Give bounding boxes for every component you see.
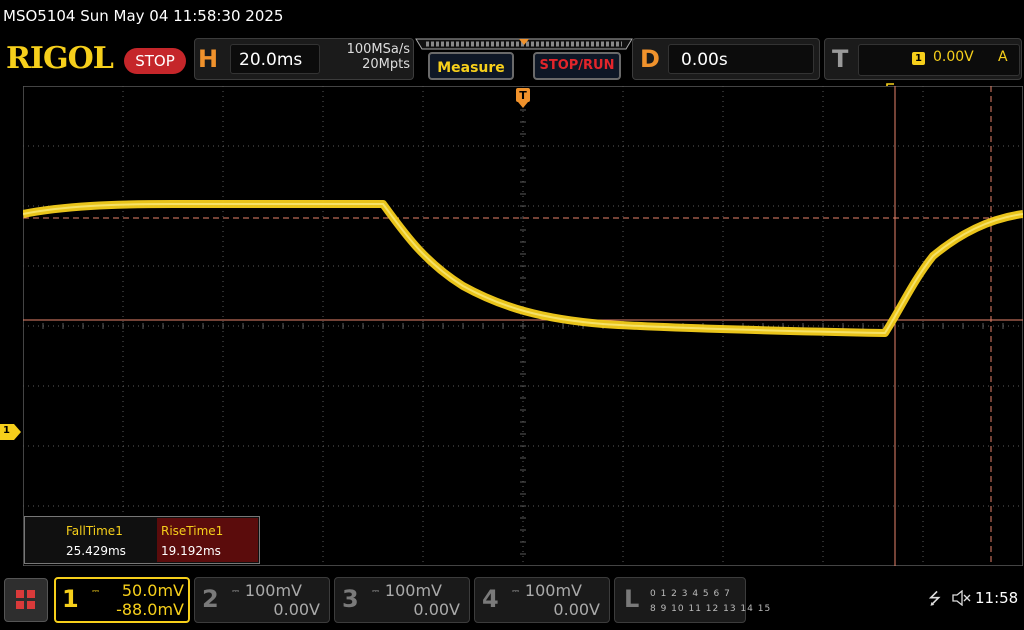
menu-button[interactable] (4, 578, 48, 622)
dc-coupling-icon: ⎓ (92, 587, 100, 597)
channel-3-number: 3 (342, 585, 359, 613)
channel-1-offset: -88.0mV (116, 600, 184, 619)
stop-run-button[interactable]: STOP/RUN (533, 52, 621, 80)
logic-analyzer-label: L (624, 585, 640, 613)
fall-time-value: 25.429ms (66, 544, 126, 558)
dc-coupling-icon: ⎓ (512, 587, 520, 597)
sample-rate: 100MSa/s (346, 42, 410, 57)
channel-3-offset: 0.00V (413, 600, 460, 619)
trigger-source: 1 (912, 52, 925, 65)
channel-1-scale: 50.0mV (121, 581, 184, 600)
dc-coupling-icon: ⎓ (372, 587, 380, 597)
rise-time-value: 19.192ms (161, 544, 221, 558)
speaker-muted-icon[interactable] (952, 590, 972, 606)
channel-3-scale: 100mV (384, 581, 442, 600)
logic-channels: 0 1 2 3 4 5 6 7 8 9 10 11 12 13 14 15 (650, 587, 771, 617)
trigger-level: 0.00V (933, 49, 974, 65)
channel-2-scale: 100mV (244, 581, 302, 600)
channel-1-trace (23, 200, 1023, 337)
grid-menu-icon (16, 590, 35, 609)
device-title: MSO5104 Sun May 04 11:58:30 2025 (3, 7, 284, 25)
trigger-label: T (832, 45, 849, 73)
memory-depth: 20Mpts (362, 57, 410, 72)
svg-text:T: T (519, 89, 527, 102)
channel-1-marker-label: 1 (3, 425, 10, 436)
measure-button[interactable]: Measure (428, 52, 514, 80)
top-toolbar: RIGOL STOP H 20.0ms 100MSa/s 20Mpts Meas… (0, 34, 1024, 95)
trigger-mode: A (998, 49, 1008, 65)
channel-4-number: 4 (482, 585, 499, 613)
delay-label: D (640, 45, 660, 73)
channel-1-number: 1 (62, 585, 79, 613)
channel-2-offset: 0.00V (273, 600, 320, 619)
waveform-display[interactable]: T (23, 86, 1023, 566)
clock: 11:58 (975, 589, 1019, 607)
memory-position-bar[interactable] (414, 38, 634, 50)
trigger-position-marker: T (516, 88, 530, 108)
logic-channels-row-2: 8 9 10 11 12 13 14 15 (650, 604, 772, 614)
delay-value[interactable]: 0.00s (668, 44, 814, 74)
graticule (23, 86, 1023, 566)
acquisition-info: 100MSa/s 20Mpts (300, 42, 410, 72)
channel-2-number: 2 (202, 585, 219, 613)
logic-channels-row-1: 0 1 2 3 4 5 6 7 (650, 589, 731, 599)
channel-4-scale: 100mV (524, 581, 582, 600)
fall-time-label: FallTime1 (66, 524, 123, 538)
horizontal-label: H (198, 45, 219, 73)
brand-logo: RIGOL (6, 41, 114, 76)
run-state-badge[interactable]: STOP (124, 48, 186, 74)
rise-time-label: RiseTime1 (161, 524, 224, 538)
dc-coupling-icon: ⎓ (232, 587, 240, 597)
channel-4-offset: 0.00V (553, 600, 600, 619)
title-bar: MSO5104 Sun May 04 11:58:30 2025 (0, 0, 1024, 34)
usb-icon: ⭍ (928, 589, 942, 608)
